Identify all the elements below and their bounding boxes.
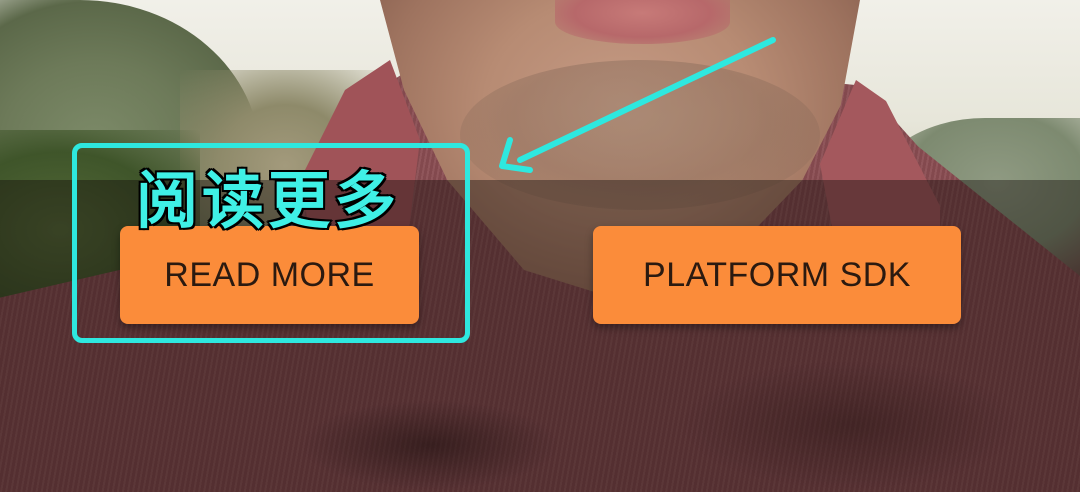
annotation-label: 阅读更多: [134, 164, 401, 237]
platform-sdk-button[interactable]: PLATFORM SDK: [593, 226, 961, 324]
screen: READ MORE PLATFORM SDK 阅读更多: [0, 0, 1080, 492]
background-lips: [555, 0, 730, 44]
